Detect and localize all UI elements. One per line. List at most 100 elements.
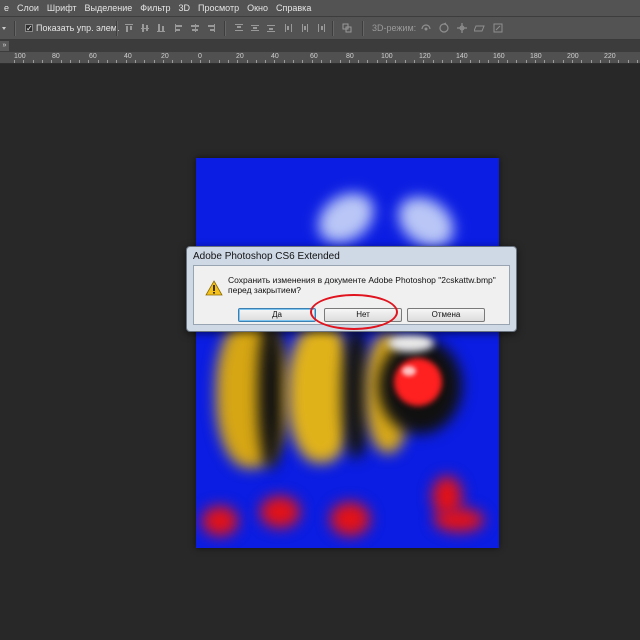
ruler-tick: [209, 60, 210, 63]
bee-wing-left: [308, 182, 384, 254]
distribute-bottom-icon[interactable]: [266, 23, 276, 33]
ruler-tick: [88, 60, 89, 63]
flower: [260, 496, 300, 528]
bee-eye: [388, 334, 434, 352]
ruler-tick: [507, 60, 508, 63]
align-bottom-icon[interactable]: [156, 23, 166, 33]
cancel-button[interactable]: Отмена: [407, 308, 485, 322]
menu-filter[interactable]: Фильтр: [134, 3, 176, 13]
ruler-tick: [367, 60, 368, 63]
distribute-vertical-center-icon[interactable]: [250, 23, 260, 33]
menu-type[interactable]: Шрифт: [41, 3, 83, 13]
horizontal-ruler[interactable]: 100 80 60 40 20 0 20 40 60 80 100 120 14…: [0, 52, 640, 64]
ruler-tick: [600, 60, 601, 63]
ruler-label: 0: [198, 53, 202, 60]
align-horizontal-center-icon[interactable]: [190, 23, 200, 33]
ruler-tick: [42, 60, 43, 63]
ruler-tick: [274, 60, 275, 63]
ruler-tick: [591, 60, 592, 63]
align-right-icon[interactable]: [206, 23, 216, 33]
document-tab-strip: »: [0, 40, 640, 52]
bee-nose: [394, 358, 442, 406]
ruler-tick: [70, 60, 71, 63]
ruler-tick: [535, 60, 536, 63]
distribute-left-icon[interactable]: [284, 23, 294, 33]
menu-view[interactable]: Просмотр: [192, 3, 245, 13]
scale-3d-icon[interactable]: [492, 22, 504, 34]
ruler-tick: [144, 60, 145, 63]
ruler-tick: [423, 60, 424, 63]
rotate-3d-icon[interactable]: [420, 22, 432, 34]
flower: [202, 506, 238, 536]
distribute-horizontal-center-icon[interactable]: [300, 23, 310, 33]
ruler-tick: [340, 60, 341, 63]
ruler-tick: [256, 60, 257, 63]
ruler-label: 40: [271, 53, 279, 60]
options-separator: [116, 21, 118, 36]
ruler-tick: [265, 60, 266, 63]
bee-stripe-black: [258, 318, 284, 468]
align-vertical-center-icon[interactable]: [140, 23, 150, 33]
no-button[interactable]: Нет: [324, 308, 402, 322]
ruler-tick: [479, 60, 480, 63]
options-separator: [224, 21, 226, 36]
ruler-tick: [637, 60, 638, 63]
slide-3d-icon[interactable]: [474, 22, 486, 34]
ruler-label: 100: [14, 53, 26, 60]
ruler-tick: [572, 60, 573, 63]
ruler-tick: [200, 60, 201, 63]
ruler-tick: [349, 60, 350, 63]
ruler-tick: [628, 60, 629, 63]
flower: [330, 502, 370, 536]
align-left-icon[interactable]: [174, 23, 184, 33]
align-top-icon[interactable]: [124, 23, 134, 33]
menu-help[interactable]: Справка: [270, 3, 317, 13]
ruler-tick: [442, 60, 443, 63]
warning-icon: [205, 280, 223, 296]
ruler-tick: [154, 60, 155, 63]
dialog-body: Сохранить изменения в документе Adobe Ph…: [193, 265, 510, 325]
ruler-tick: [98, 60, 99, 63]
ruler-tick: [414, 60, 415, 63]
ruler-tick: [386, 60, 387, 63]
options-separator: [362, 21, 364, 36]
ruler-label: 60: [89, 53, 97, 60]
roll-3d-icon[interactable]: [438, 22, 450, 34]
distribute-right-icon[interactable]: [316, 23, 326, 33]
ruler-tick: [293, 60, 294, 63]
ruler-label: 60: [310, 53, 318, 60]
show-controls-checkbox[interactable]: ✓: [25, 24, 33, 33]
auto-align-layers-icon[interactable]: [342, 23, 352, 33]
ruler-label: 200: [567, 53, 579, 60]
ruler-tick: [312, 60, 313, 63]
ruler-label: 120: [419, 53, 431, 60]
pan-3d-icon[interactable]: [456, 22, 468, 34]
ruler-tick: [14, 60, 15, 63]
ruler-tick: [61, 60, 62, 63]
ruler-tick: [33, 60, 34, 63]
ruler-tick: [544, 60, 545, 63]
ruler-tick: [358, 60, 359, 63]
ruler-tick: [581, 60, 582, 63]
ruler-tick: [460, 60, 461, 63]
yes-button[interactable]: Да: [238, 308, 316, 322]
tab-arrow-icon[interactable]: »: [0, 41, 9, 51]
ruler-tick: [321, 60, 322, 63]
menu-select[interactable]: Выделение: [79, 3, 139, 13]
dialog-title: Adobe Photoshop CS6 Extended: [193, 251, 340, 262]
ruler-tick: [377, 60, 378, 63]
ruler-label: 20: [236, 53, 244, 60]
distribute-top-icon[interactable]: [234, 23, 244, 33]
document-canvas[interactable]: [196, 158, 499, 548]
ruler-label: 140: [456, 53, 468, 60]
menu-layers[interactable]: Слои: [11, 3, 45, 13]
tool-preset-arrow-icon[interactable]: [0, 22, 8, 34]
ruler-tick: [618, 60, 619, 63]
ruler-tick: [23, 60, 24, 63]
ruler-tick: [51, 60, 52, 63]
ruler-label: 180: [530, 53, 542, 60]
dialog-message: перед закрытием?: [228, 285, 302, 295]
ruler-tick: [488, 60, 489, 63]
show-controls-label: Показать упр. элем.: [36, 23, 120, 33]
options-bar: ✓ Показать упр. элем. 3D-режим:: [0, 16, 640, 40]
